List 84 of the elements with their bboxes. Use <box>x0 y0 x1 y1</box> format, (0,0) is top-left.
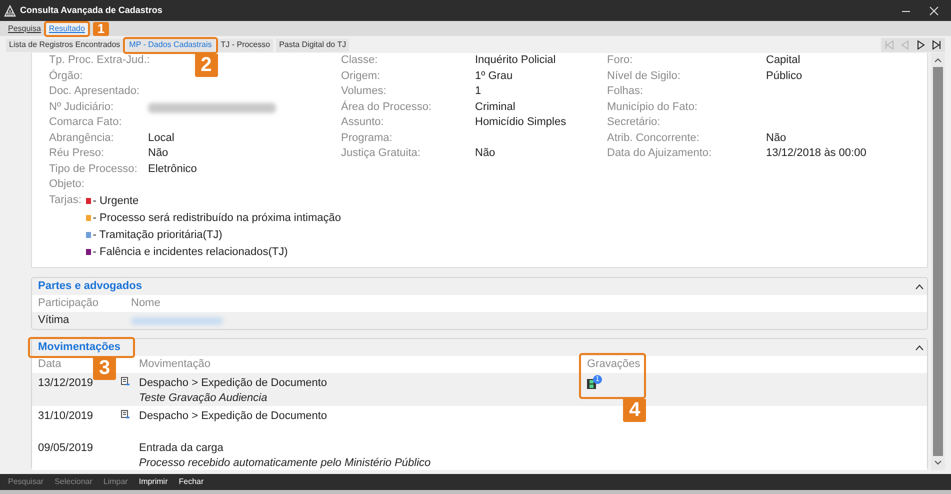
field-label: Tipo de Processo: <box>49 162 138 176</box>
tarja-label: - Urgente <box>92 194 139 209</box>
collapse-icon[interactable] <box>915 283 924 290</box>
scroll-down-icon[interactable] <box>934 459 942 467</box>
field-value: Local <box>148 130 174 146</box>
collapse-icon[interactable] <box>915 344 924 351</box>
column-header: Gravações <box>587 357 640 372</box>
tarja-label: - Processo será redistribuído na próxima intimação <box>92 210 341 226</box>
table-cell-text: Processo recebido automaticamente pelo Ministério Público <box>139 456 432 471</box>
field-value: Capital <box>766 53 800 68</box>
field-label: Réu Preso: <box>49 146 106 161</box>
field-value: Não <box>148 146 168 161</box>
field-value: Criminal <box>475 100 516 114</box>
callout-number: 3 <box>93 357 116 380</box>
section-title: Partes e advogados <box>38 280 142 293</box>
table-cell-text: Vítima <box>38 313 70 328</box>
table-cell-text: Despacho > Expedição de Documento <box>139 376 328 390</box>
field-label: Doc. Apresentado: <box>49 84 141 99</box>
field-value: 13/12/2018 às 00:00 <box>766 146 866 161</box>
field-label: Comarca Fato: <box>49 115 123 130</box>
field-value: Inquérito Policial <box>475 53 556 68</box>
scrollbar-thumb[interactable] <box>933 67 943 456</box>
field-label: Data do Ajuizamento: <box>607 146 713 161</box>
table-cell-text: Despacho > Expedição de Documento <box>139 409 328 423</box>
field-value: Não <box>766 130 786 146</box>
field-label: Foro: <box>607 53 634 68</box>
tarja-label: - Tramitação prioritária(TJ) <box>92 228 222 243</box>
next-icon[interactable] <box>916 40 926 50</box>
table-cell-text: 13/12/2019 <box>38 376 94 389</box>
column-header: Nome <box>131 296 160 312</box>
section-title: Movimentações <box>38 341 121 354</box>
field-label: Justiça Gratuita: <box>341 146 422 161</box>
close-icon[interactable] <box>929 6 939 16</box>
field-label: Origem: <box>341 68 382 84</box>
subtab[interactable]: Lista de Registros Encontrados <box>6 38 124 52</box>
field-label: Secretário: <box>607 115 662 130</box>
table-cell-text: Entrada da carga <box>139 441 224 455</box>
scroll-up-icon[interactable] <box>934 56 942 64</box>
field-label: Assunto: <box>341 115 385 130</box>
field-label: Área do Processo: <box>341 100 432 114</box>
tarja-label: - Falência e incidentes relacionados(TJ) <box>92 244 288 260</box>
subtab[interactable]: MP - Dados Cadastrais <box>126 38 215 52</box>
scrollbar[interactable] <box>931 53 945 470</box>
field-value: 1 <box>475 84 482 99</box>
field-label: Objeto: <box>49 177 86 192</box>
callout-number: 2 <box>194 54 218 76</box>
field-label: Tarjas: <box>49 192 82 208</box>
field-label: Programa: <box>341 130 394 146</box>
field-value: Eletrônico <box>148 162 197 176</box>
toolbar-button[interactable]: Imprimir <box>138 476 168 488</box>
last-page-icon[interactable] <box>932 40 942 50</box>
column-header: Participação <box>38 296 100 312</box>
column-header: Movimentação <box>139 357 211 372</box>
field-label: Volumes: <box>341 84 388 99</box>
callout-number: 4 <box>623 398 646 422</box>
window-title: Consulta Avançada de Cadastros <box>20 4 162 17</box>
field-label: Nível de Sigilo: <box>607 68 682 84</box>
toolbar-button[interactable]: Fechar <box>178 476 204 488</box>
field-label: Nº Judiciário: <box>49 100 115 114</box>
subtab[interactable]: Pasta Digital do TJ <box>276 38 350 52</box>
callout-frame <box>579 353 646 399</box>
callout-frame <box>44 21 90 37</box>
callout-number: 1 <box>92 22 109 36</box>
column-header: Data <box>38 357 62 372</box>
field-value: Público <box>766 68 802 84</box>
field-label: Tp. Proc. Extra-Jud.: <box>49 53 148 68</box>
table-cell-text: Teste Gravação Audiencia <box>139 391 268 406</box>
document-icon[interactable] <box>120 409 130 419</box>
field-label: Classe: <box>341 53 379 68</box>
table-cell-text: 09/05/2019 <box>38 441 94 454</box>
field-label: Município do Fato: <box>607 100 698 114</box>
table-cell-text: 31/10/2019 <box>38 409 94 422</box>
document-icon[interactable] <box>120 376 130 386</box>
logo-icon <box>4 4 16 16</box>
subtab[interactable]: TJ - Processo <box>218 38 274 52</box>
field-value: Não <box>475 146 496 161</box>
field-label: Atrib. Concorrente: <box>607 130 700 146</box>
field-label: Abrangência: <box>49 130 115 146</box>
field-value: Homicídio Simples <box>475 115 566 130</box>
field-value: 1º Grau <box>475 68 513 84</box>
field-label: Órgão: <box>49 68 84 84</box>
field-label: Folhas: <box>607 84 644 99</box>
film-icon[interactable] <box>587 379 596 389</box>
tab[interactable]: Pesquisa <box>5 22 44 36</box>
